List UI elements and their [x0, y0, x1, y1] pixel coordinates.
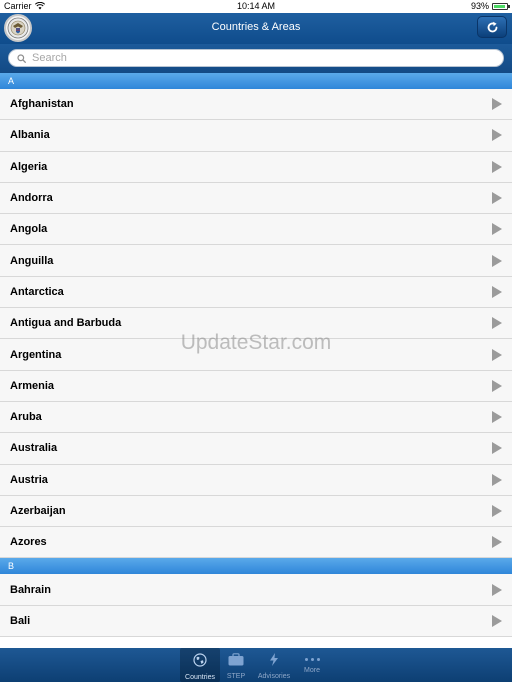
disclosure-arrow-icon [492, 160, 502, 173]
disclosure-arrow-icon [492, 254, 502, 267]
country-name: Bali [10, 614, 31, 627]
globe-icon [193, 653, 207, 672]
tab-advisories[interactable]: Advisories [254, 648, 294, 682]
country-name: Azerbaijan [10, 505, 66, 517]
country-name: Aruba [10, 411, 42, 424]
disclosure-arrow-icon [492, 317, 502, 330]
country-name: Afghanistan [10, 98, 74, 111]
country-row[interactable]: Argentina [0, 339, 512, 371]
country-row[interactable]: Bahrain [0, 574, 512, 606]
country-name: Angola [10, 223, 48, 236]
country-name: Austria [10, 473, 48, 486]
tab-label: Advisories [257, 673, 291, 680]
page-title: Countries & Areas [211, 21, 301, 33]
disclosure-arrow-icon [492, 223, 502, 236]
refresh-button[interactable] [477, 16, 507, 38]
lightning-icon [269, 653, 279, 671]
navigation-bar: Countries & Areas [0, 13, 512, 44]
country-name: Azores [10, 536, 47, 549]
country-name: Argentina [10, 348, 62, 361]
status-bar: Carrier 10:14 AM 93% [0, 0, 512, 13]
disclosure-arrow-icon [492, 473, 502, 486]
briefcase-icon [228, 653, 244, 671]
status-time: 10:14 AM [236, 1, 276, 11]
battery-icon [492, 2, 510, 10]
country-row[interactable]: Bali [0, 605, 512, 638]
disclosure-arrow-icon [492, 411, 502, 424]
country-row[interactable]: Albania [0, 120, 512, 152]
country-name: Australia [10, 442, 58, 455]
country-list: A Afghanistan Albania Algeria Andorra Angola A… [0, 73, 512, 648]
country-name: Anguilla [10, 254, 54, 267]
country-row[interactable]: Algeria [0, 151, 512, 183]
disclosure-arrow-icon [492, 348, 502, 361]
disclosure-arrow-icon [492, 583, 502, 596]
disclosure-arrow-icon [492, 505, 502, 517]
tab-label: Countries [185, 674, 215, 681]
country-row[interactable]: Anguilla [0, 245, 512, 277]
country-row[interactable]: Aruba [0, 401, 512, 434]
disclosure-arrow-icon [492, 98, 502, 111]
refresh-icon [487, 21, 497, 32]
country-name: Andorra [10, 192, 53, 205]
disclosure-arrow-icon [492, 129, 502, 142]
more-dots-icon [304, 653, 320, 665]
section-header: A [0, 73, 512, 89]
search-bar [0, 44, 512, 73]
tab-label: STEP [226, 673, 246, 680]
country-row[interactable]: Austria [0, 464, 512, 496]
tab-bar: Countries STEP Advisories More [0, 648, 512, 682]
search-field[interactable] [8, 49, 504, 67]
country-name: Antarctica [10, 285, 64, 298]
search-icon [17, 53, 26, 63]
battery-fill [494, 4, 506, 8]
country-row[interactable]: Afghanistan [0, 89, 512, 121]
disclosure-arrow-icon [492, 285, 502, 298]
country-row[interactable]: Australia [0, 433, 512, 465]
section-header: B [0, 558, 512, 575]
country-name: Antigua and Barbuda [10, 317, 122, 330]
country-name: Albania [10, 129, 50, 142]
country-name: Bahrain [10, 583, 51, 596]
tab-step[interactable]: STEP [216, 648, 256, 682]
country-name: Algeria [10, 160, 48, 173]
country-row[interactable]: Andorra [0, 182, 512, 215]
search-input[interactable] [32, 52, 472, 64]
country-row[interactable]: Antigua and Barbuda [0, 308, 512, 340]
disclosure-arrow-icon [492, 536, 502, 549]
battery-indicator: 93% [470, 1, 510, 11]
country-row[interactable]: Azerbaijan [0, 495, 512, 528]
disclosure-arrow-icon [492, 192, 502, 205]
country-row[interactable]: Antarctica [0, 276, 512, 309]
country-row[interactable]: Azores [0, 527, 512, 559]
tab-more[interactable]: More [292, 648, 332, 682]
battery-percent: 93% [470, 1, 489, 11]
country-row[interactable]: Angola [0, 214, 512, 246]
disclosure-arrow-icon [492, 379, 502, 392]
country-row[interactable]: Armenia [0, 370, 512, 402]
tab-label: More [304, 667, 320, 674]
country-name: Armenia [10, 379, 55, 392]
disclosure-arrow-icon [492, 442, 502, 455]
tab-countries[interactable]: Countries [180, 648, 220, 682]
disclosure-arrow-icon [492, 614, 502, 627]
